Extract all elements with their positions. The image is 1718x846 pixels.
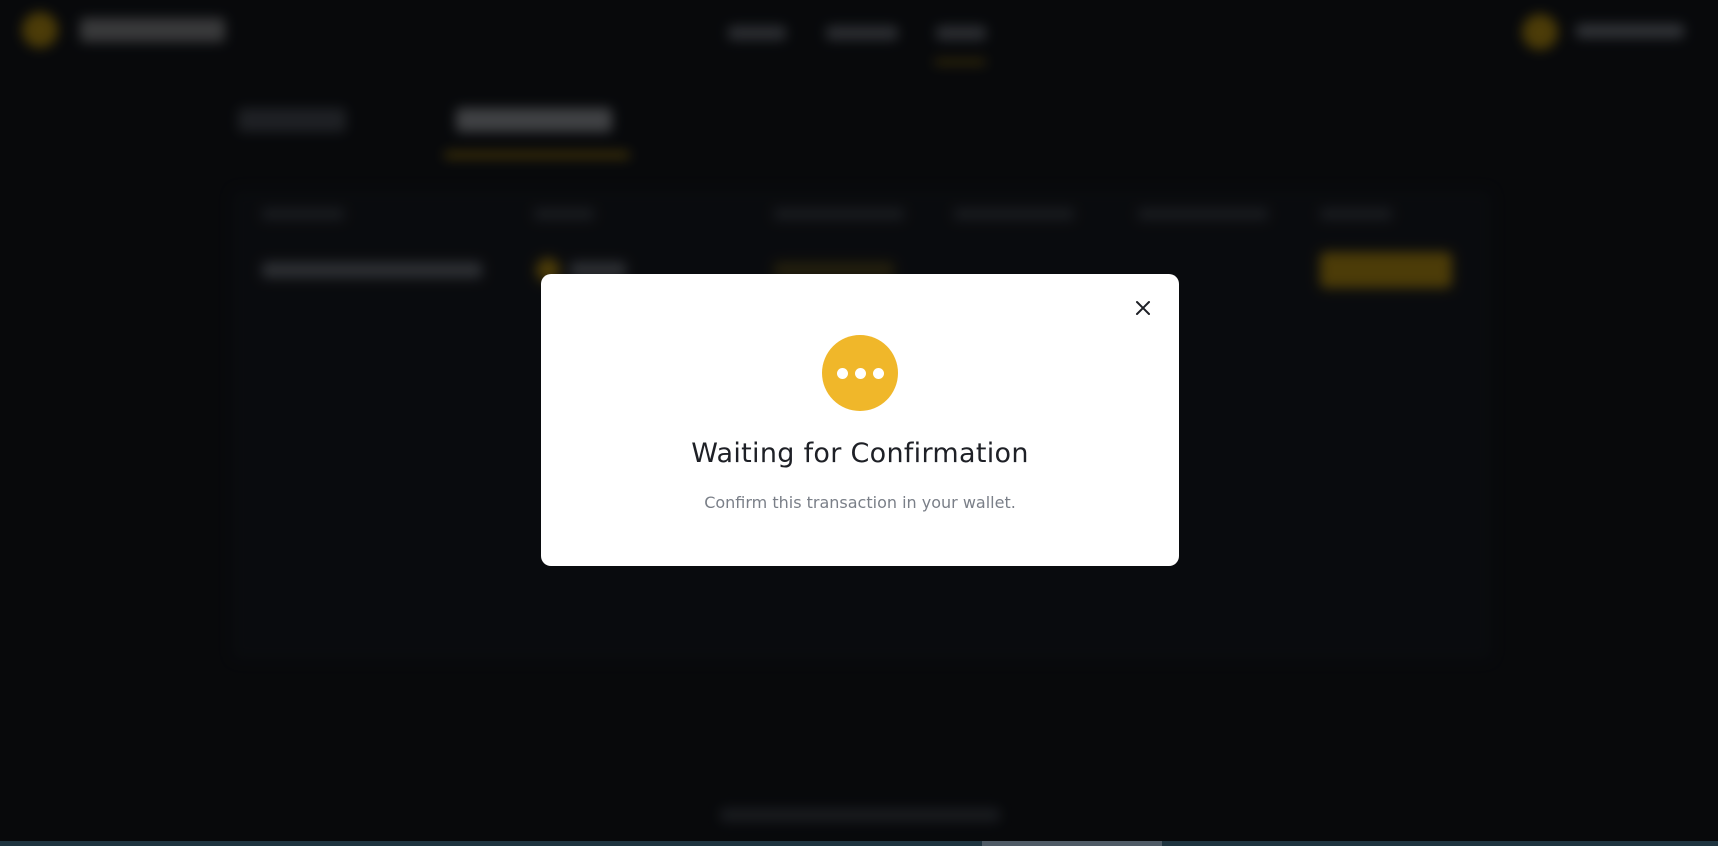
close-icon xyxy=(1136,301,1150,315)
close-button[interactable] xyxy=(1129,294,1157,322)
confirmation-modal: Waiting for Confirmation Confirm this tr… xyxy=(541,274,1179,566)
dot xyxy=(854,367,866,379)
dot xyxy=(836,367,848,379)
horizontal-scrollbar[interactable] xyxy=(0,841,1718,846)
modal-subtitle: Confirm this transaction in your wallet. xyxy=(704,493,1016,512)
dot xyxy=(872,367,884,379)
modal-title: Waiting for Confirmation xyxy=(691,438,1029,469)
horizontal-scrollbar-thumb[interactable] xyxy=(982,841,1162,846)
pending-dots-icon xyxy=(822,335,898,411)
